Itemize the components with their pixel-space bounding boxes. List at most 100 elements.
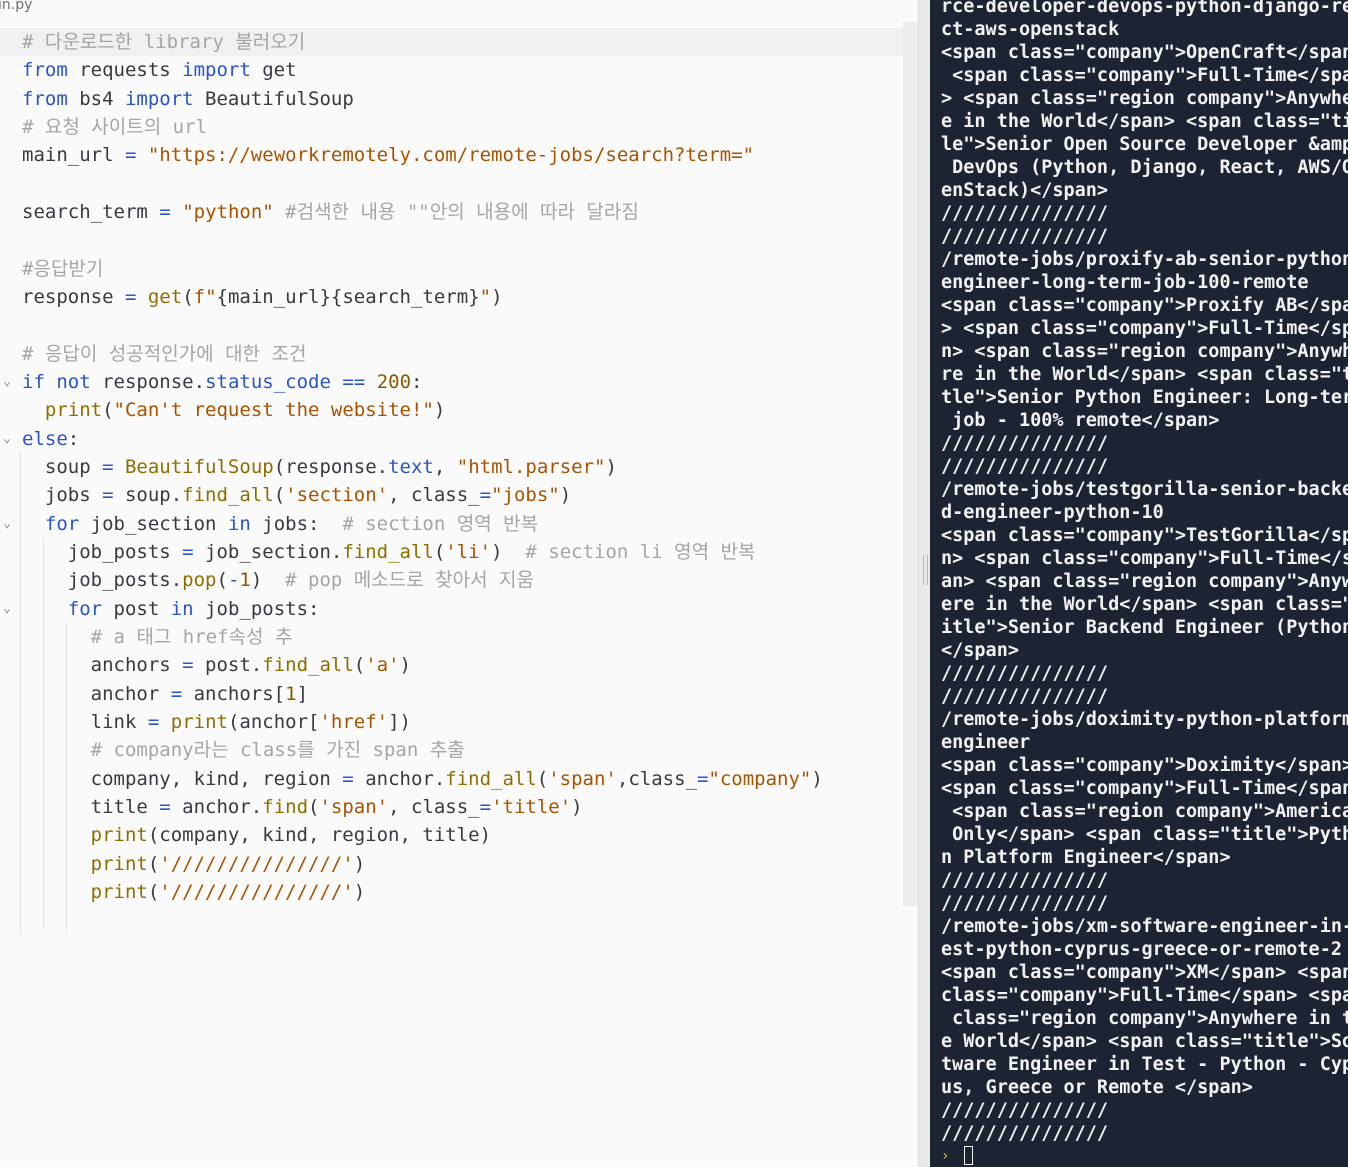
code-token: "html.parser" (456, 455, 606, 478)
code-line[interactable]: jobs = soup.find_all('section', class_="… (0, 481, 903, 509)
code-line[interactable]: # company라는 class를 가진 span 추출 (0, 736, 903, 764)
code-line[interactable]: anchors = post.find_all('a') (0, 651, 903, 679)
code-line[interactable]: response = get(f"{main_url}{search_term}… (0, 283, 903, 311)
terminal-cursor[interactable] (964, 1146, 973, 1165)
code-line[interactable]: soup = BeautifulSoup(response.text, "htm… (0, 453, 903, 481)
code-token: ( (147, 852, 160, 875)
code-token: (response. (273, 455, 389, 478)
code-line[interactable]: link = print(anchor['href']) (0, 708, 903, 736)
terminal-line: /////////////// (941, 686, 1109, 707)
code-token: "python" (182, 200, 274, 223)
code-line-text: print('///////////////') (22, 850, 366, 878)
code-line[interactable]: anchor = anchors[1] (0, 680, 903, 708)
terminal-line: > <span class="company">Full-Time</sp (941, 318, 1348, 339)
code-token: get (250, 59, 297, 82)
code-line-text: print("Can't request the website!") (22, 396, 445, 424)
code-line-text: title = anchor.find('span', class_='titl… (22, 793, 583, 821)
divider-grip-handle[interactable] (923, 555, 928, 585)
terminal-line: /////////////// (941, 1100, 1109, 1121)
terminal-line: /remote-jobs/xm-software-engineer-in- (941, 916, 1348, 937)
code-line[interactable]: main_url = "https://weworkremotely.com/r… (0, 141, 903, 169)
code-line[interactable]: job_posts.pop(-1) # pop 메소드로 찾아서 지움 (0, 566, 903, 594)
code-token: = (102, 484, 114, 507)
fold-chevron-icon[interactable]: ⌄ (0, 595, 14, 623)
code-line-text: search_term = "python" #검색한 내용 ""안의 내용에 … (22, 198, 639, 226)
terminal-line: n> <span class="company">Full-Time</s (941, 548, 1348, 569)
editor-scrollbar[interactable] (903, 22, 918, 906)
code-token: text (388, 455, 434, 478)
code-line-text: else: (22, 425, 79, 453)
fold-chevron-icon[interactable]: ⌄ (0, 368, 14, 396)
code-token: response (22, 285, 125, 308)
code-line[interactable] (0, 226, 903, 254)
code-line[interactable]: ⌄ for job_section in jobs: # section 영역 … (0, 510, 903, 538)
fold-chevron-icon[interactable]: ⌄ (0, 425, 14, 453)
code-line[interactable]: ⌄ if not response.status_code == 200: (0, 368, 903, 396)
code-token: find_all (262, 654, 354, 677)
code-editor-pane[interactable]: in.py # 다운로드한 library 불러오기 from requests … (0, 0, 920, 1167)
code-token: f" (193, 285, 217, 308)
terminal-line: job - 100% remote</span> (941, 410, 1220, 431)
terminal-line: Only</span> <span class="title">Pyth (941, 824, 1348, 845)
code-line[interactable]: # 응답이 성공적인가에 대한 조건 (0, 340, 903, 368)
code-token: main_url (22, 144, 125, 167)
code-line[interactable]: print(company, kind, region, title) (0, 821, 903, 849)
terminal-pane[interactable]: rce-developer-devops-python-django-re ct-… (930, 0, 1348, 1167)
code-line-text: # 다운로드한 library 불러오기 (22, 28, 305, 56)
code-line-text: for post in job_posts: (22, 595, 320, 623)
code-token: " (479, 285, 492, 308)
file-tab-label[interactable]: in.py (0, 0, 32, 13)
code-token: print (170, 710, 228, 733)
code-line[interactable]: print('///////////////') (0, 878, 903, 906)
code-line[interactable]: # 다운로드한 library 불러오기 (0, 28, 903, 57)
terminal-line: tware Engineer in Test - Python - Cyp (941, 1054, 1348, 1075)
code-line[interactable]: # a 태그 href속성 추 (0, 623, 903, 651)
terminal-line: /remote-jobs/doximity-python-platform (941, 709, 1348, 730)
terminal-line: rce-developer-devops-python-django-re (941, 0, 1348, 17)
code-line[interactable]: #응답받기 (0, 255, 903, 283)
code-token: ) (559, 484, 572, 507)
code-token: # section 영역 반복 (342, 512, 539, 535)
code-token: find_all (445, 767, 537, 790)
terminal-line: <span class="company">Doximity</span> (941, 755, 1348, 776)
code-line-text: main_url = "https://weworkremotely.com/r… (22, 141, 754, 169)
code-token: search_term (22, 200, 160, 223)
code-token: ( (102, 399, 114, 422)
code-line[interactable]: ⌄ else: (0, 425, 903, 453)
code-line[interactable]: job_posts = job_section.find_all('li') #… (0, 538, 903, 566)
code-line[interactable]: # 요청 사이트의 url (0, 113, 903, 141)
code-token: 'span' (319, 795, 389, 818)
code-line[interactable]: print("Can't request the website!") (0, 396, 903, 424)
code-token: 1 (285, 682, 297, 705)
code-token: # 다운로드한 library 불러오기 (22, 31, 306, 53)
code-line[interactable]: from requests import get (0, 56, 903, 84)
code-token: "https://weworkremotely.com/remote-jobs/… (147, 144, 755, 167)
code-token: = (102, 455, 114, 478)
code-token: print (90, 852, 148, 875)
code-token: = (182, 540, 194, 563)
code-line-text: soup = BeautifulSoup(response.text, "htm… (22, 453, 617, 481)
code-token: ) (571, 795, 583, 818)
code-line[interactable]: title = anchor.find('span', class_='titl… (0, 793, 903, 821)
terminal-line: <span class="company">Proxify AB</spa (941, 295, 1348, 316)
code-token: if (22, 370, 45, 393)
code-token: job_section (79, 512, 228, 535)
code-line[interactable]: print('///////////////') (0, 850, 903, 878)
terminal-line: /////////////// (941, 893, 1109, 914)
code-line[interactable]: from bs4 import BeautifulSoup (0, 85, 903, 113)
code-line-text: print(company, kind, region, title) (22, 821, 491, 849)
code-area[interactable]: # 다운로드한 library 불러오기 from requests import… (0, 28, 903, 906)
terminal-line: engineer-long-term-job-100-remote (941, 272, 1309, 293)
code-line[interactable]: company, kind, region = anchor.find_all(… (0, 765, 903, 793)
code-token: ) (491, 540, 526, 563)
code-line[interactable] (0, 170, 903, 198)
code-line[interactable]: ⌄ for post in job_posts: (0, 595, 903, 623)
code-token: job_posts (22, 540, 183, 563)
fold-chevron-icon[interactable]: ⌄ (0, 510, 14, 538)
code-token: = (159, 200, 171, 223)
code-token: job_section. (193, 540, 343, 563)
code-line[interactable] (0, 311, 903, 339)
code-line[interactable]: search_term = "python" #검색한 내용 ""안의 내용에 … (0, 198, 903, 226)
